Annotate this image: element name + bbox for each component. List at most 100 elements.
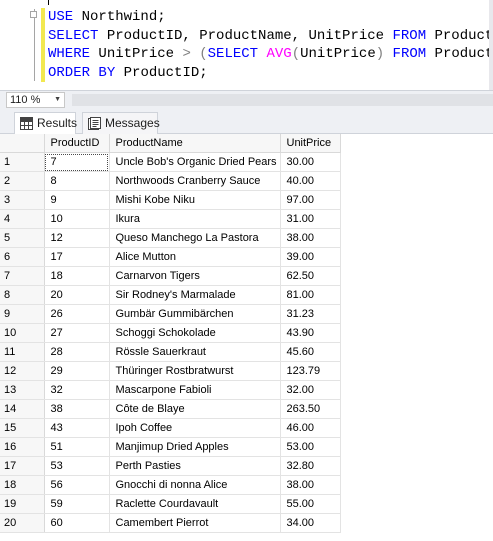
table-row[interactable]: 13 32 Mascarpone Fabioli 32.00 bbox=[0, 380, 341, 400]
table-row[interactable]: 18 56 Gnocchi di nonna Alice 38.00 bbox=[0, 475, 341, 495]
row-number[interactable]: 8 bbox=[0, 285, 45, 305]
table-row[interactable]: 16 51 Manjimup Dried Apples 53.00 bbox=[0, 437, 341, 457]
cell-productname[interactable]: Uncle Bob's Organic Dried Pears bbox=[109, 152, 281, 172]
cell-productid[interactable]: 29 bbox=[44, 361, 110, 381]
cell-unitprice[interactable]: 55.00 bbox=[280, 494, 341, 514]
row-number[interactable]: 3 bbox=[0, 190, 45, 210]
cell-productid[interactable]: 17 bbox=[44, 247, 110, 267]
cell-unitprice[interactable]: 53.00 bbox=[280, 437, 341, 457]
row-number[interactable]: 11 bbox=[0, 342, 45, 362]
cell-productid[interactable]: 7 bbox=[44, 152, 110, 172]
cell-productid[interactable]: 53 bbox=[44, 456, 110, 476]
tab-results[interactable]: Results bbox=[14, 112, 77, 135]
cell-productname[interactable]: Carnarvon Tigers bbox=[109, 266, 281, 286]
select-all-cell[interactable] bbox=[0, 134, 45, 153]
row-number[interactable]: 1 bbox=[0, 152, 45, 172]
cell-unitprice[interactable]: 263.50 bbox=[280, 399, 341, 419]
cell-productid[interactable]: 26 bbox=[44, 304, 110, 324]
table-row[interactable]: 9 26 Gumbär Gummibärchen 31.23 bbox=[0, 304, 341, 324]
row-number[interactable]: 19 bbox=[0, 494, 45, 514]
row-number[interactable]: 16 bbox=[0, 437, 45, 457]
cell-productid[interactable]: 10 bbox=[44, 209, 110, 229]
cell-unitprice[interactable]: 31.23 bbox=[280, 304, 341, 324]
cell-productname[interactable]: Raclette Courdavault bbox=[109, 494, 281, 514]
table-row[interactable]: 1 7 Uncle Bob's Organic Dried Pears 30.00 bbox=[0, 152, 341, 172]
table-row[interactable]: 3 9 Mishi Kobe Niku 97.00 bbox=[0, 190, 341, 210]
row-number[interactable]: 9 bbox=[0, 304, 45, 324]
row-number[interactable]: 17 bbox=[0, 456, 45, 476]
cell-productid[interactable]: 8 bbox=[44, 171, 110, 191]
cell-unitprice[interactable]: 32.80 bbox=[280, 456, 341, 476]
cell-unitprice[interactable]: 34.00 bbox=[280, 513, 341, 533]
row-number[interactable]: 18 bbox=[0, 475, 45, 495]
results-grid[interactable]: ProductID ProductName UnitPrice 1 7 Uncle … bbox=[0, 134, 493, 541]
cell-productid[interactable]: 27 bbox=[44, 323, 110, 343]
table-row[interactable]: 5 12 Queso Manchego La Pastora 38.00 bbox=[0, 228, 341, 248]
cell-unitprice[interactable]: 62.50 bbox=[280, 266, 341, 286]
row-number[interactable]: 15 bbox=[0, 418, 45, 438]
cell-unitprice[interactable]: 123.79 bbox=[280, 361, 341, 381]
cell-productid[interactable]: 38 bbox=[44, 399, 110, 419]
cell-productname[interactable]: Thüringer Rostbratwurst bbox=[109, 361, 281, 381]
row-number[interactable]: 4 bbox=[0, 209, 45, 229]
table-row[interactable]: 17 53 Perth Pasties 32.80 bbox=[0, 456, 341, 476]
dropdown-arrow-icon[interactable]: ▼ bbox=[54, 93, 61, 107]
cell-unitprice[interactable]: 46.00 bbox=[280, 418, 341, 438]
cell-unitprice[interactable]: 38.00 bbox=[280, 228, 341, 248]
table-row[interactable]: 14 38 Côte de Blaye 263.50 bbox=[0, 399, 341, 419]
cell-productid[interactable]: 56 bbox=[44, 475, 110, 495]
cell-unitprice[interactable]: 40.00 bbox=[280, 171, 341, 191]
cell-productid[interactable]: 43 bbox=[44, 418, 110, 438]
cell-unitprice[interactable]: 43.90 bbox=[280, 323, 341, 343]
cell-productname[interactable]: Côte de Blaye bbox=[109, 399, 281, 419]
cell-productid[interactable]: 51 bbox=[44, 437, 110, 457]
cell-productid[interactable]: 60 bbox=[44, 513, 110, 533]
table-row[interactable]: 10 27 Schoggi Schokolade 43.90 bbox=[0, 323, 341, 343]
column-header-productid[interactable]: ProductID bbox=[44, 134, 110, 153]
row-number[interactable]: 14 bbox=[0, 399, 45, 419]
cell-productid[interactable]: 32 bbox=[44, 380, 110, 400]
cell-unitprice[interactable]: 31.00 bbox=[280, 209, 341, 229]
cell-productname[interactable]: Camembert Pierrot bbox=[109, 513, 281, 533]
code-line-3[interactable]: WHERE UnitPrice > (SELECT AVG(UnitPrice)… bbox=[48, 45, 493, 64]
cell-productname[interactable]: Sir Rodney's Marmalade bbox=[109, 285, 281, 305]
cell-unitprice[interactable]: 32.00 bbox=[280, 380, 341, 400]
row-number[interactable]: 2 bbox=[0, 171, 45, 191]
sql-editor[interactable]: USE Northwind; SELECT ProductID, Product… bbox=[0, 0, 493, 90]
row-number[interactable]: 7 bbox=[0, 266, 45, 286]
cell-productname[interactable]: Gnocchi di nonna Alice bbox=[109, 475, 281, 495]
cell-productid[interactable]: 59 bbox=[44, 494, 110, 514]
code-line-4[interactable]: ORDER BY ProductID; bbox=[48, 64, 208, 83]
code-line-1[interactable]: USE Northwind; bbox=[48, 8, 166, 27]
row-number[interactable]: 13 bbox=[0, 380, 45, 400]
cell-productname[interactable]: Alice Mutton bbox=[109, 247, 281, 267]
cell-productname[interactable]: Schoggi Schokolade bbox=[109, 323, 281, 343]
column-header-unitprice[interactable]: UnitPrice bbox=[280, 134, 341, 153]
column-header-productname[interactable]: ProductName bbox=[109, 134, 281, 153]
cell-productid[interactable]: 12 bbox=[44, 228, 110, 248]
cell-productname[interactable]: Rössle Sauerkraut bbox=[109, 342, 281, 362]
cell-unitprice[interactable]: 97.00 bbox=[280, 190, 341, 210]
row-number[interactable]: 10 bbox=[0, 323, 45, 343]
cell-productname[interactable]: Gumbär Gummibärchen bbox=[109, 304, 281, 324]
table-row[interactable]: 11 28 Rössle Sauerkraut 45.60 bbox=[0, 342, 341, 362]
cell-unitprice[interactable]: 38.00 bbox=[280, 475, 341, 495]
row-number[interactable]: 6 bbox=[0, 247, 45, 267]
cell-productname[interactable]: Ipoh Coffee bbox=[109, 418, 281, 438]
table-row[interactable]: 8 20 Sir Rodney's Marmalade 81.00 bbox=[0, 285, 341, 305]
cell-productname[interactable]: Perth Pasties bbox=[109, 456, 281, 476]
editor-horizontal-scrollbar[interactable] bbox=[72, 94, 493, 106]
table-row[interactable]: 7 18 Carnarvon Tigers 62.50 bbox=[0, 266, 341, 286]
cell-productname[interactable]: Ikura bbox=[109, 209, 281, 229]
tab-messages[interactable]: Messages bbox=[82, 112, 160, 134]
table-row[interactable]: 4 10 Ikura 31.00 bbox=[0, 209, 341, 229]
cell-productid[interactable]: 9 bbox=[44, 190, 110, 210]
row-number[interactable]: 12 bbox=[0, 361, 45, 381]
zoom-dropdown[interactable]: 110 % ▼ bbox=[6, 92, 65, 108]
cell-productname[interactable]: Manjimup Dried Apples bbox=[109, 437, 281, 457]
cell-productname[interactable]: Queso Manchego La Pastora bbox=[109, 228, 281, 248]
cell-unitprice[interactable]: 39.00 bbox=[280, 247, 341, 267]
cell-unitprice[interactable]: 45.60 bbox=[280, 342, 341, 362]
row-number[interactable]: 5 bbox=[0, 228, 45, 248]
cell-productid[interactable]: 28 bbox=[44, 342, 110, 362]
